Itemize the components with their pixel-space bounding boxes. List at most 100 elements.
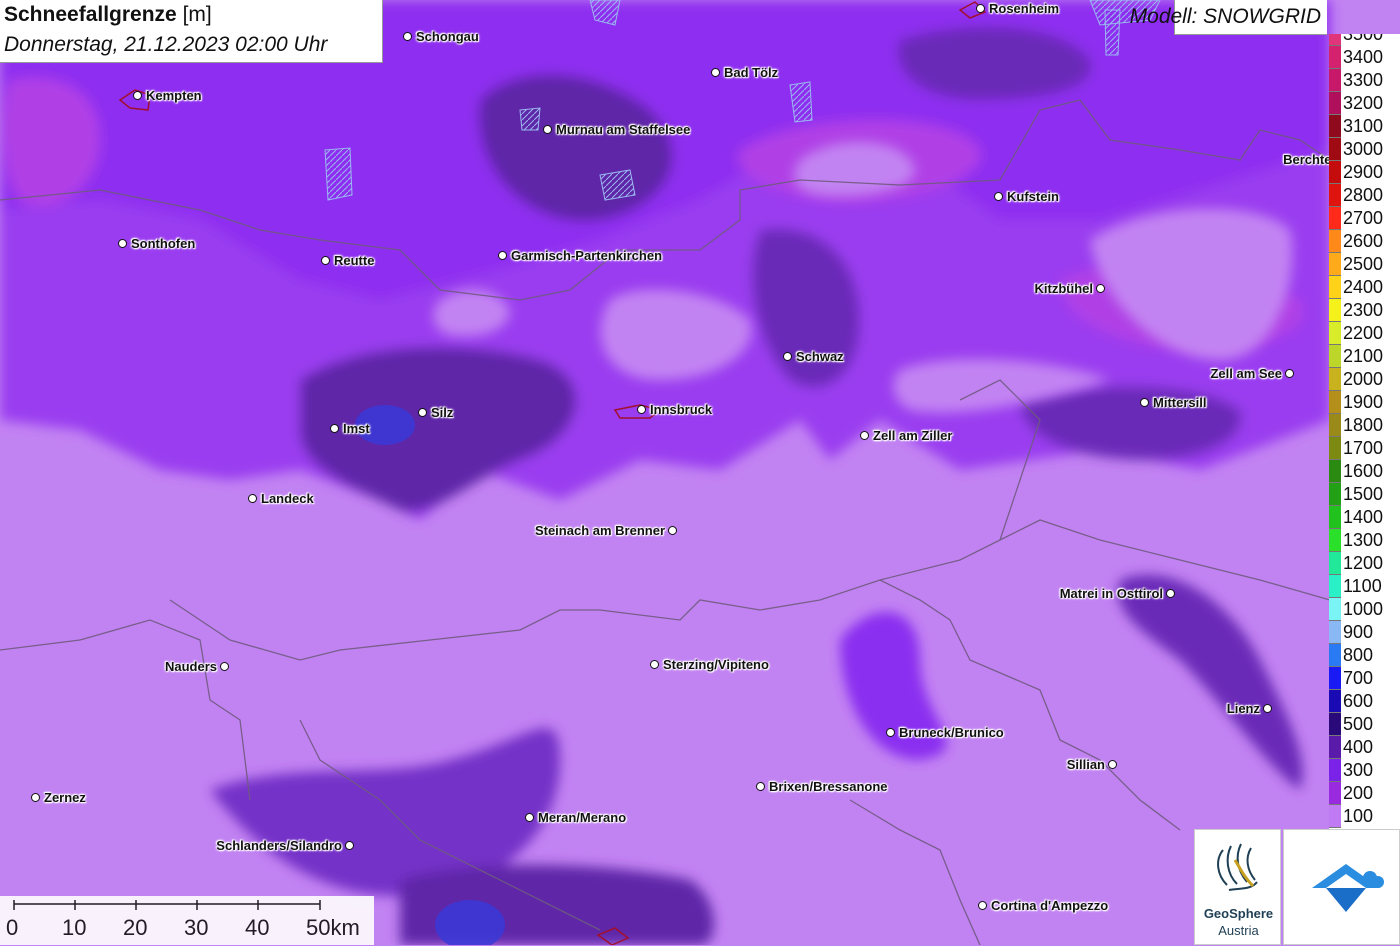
legend-row: 2300 [1329, 299, 1400, 322]
legend-row: 200 [1329, 782, 1400, 805]
scale-bar: 0 10 20 30 40 50km [0, 896, 374, 945]
partner-logo[interactable] [1283, 829, 1400, 945]
legend-swatch [1329, 759, 1341, 782]
scale-label-0: 0 [6, 915, 19, 940]
city-marker [321, 256, 330, 265]
legend-swatch [1329, 575, 1341, 598]
legend-row: 2600 [1329, 230, 1400, 253]
map-datetime: Donnerstag, 21.12.2023 02:00 Uhr [4, 33, 328, 56]
legend-label: 300 [1343, 760, 1374, 780]
legend-swatch [1329, 529, 1341, 552]
city-label: Sonthofen [131, 236, 196, 251]
legend-row: 1700 [1329, 437, 1400, 460]
city-marker [118, 239, 127, 248]
legend-label: 3200 [1343, 93, 1384, 113]
legend-row: 2400 [1329, 276, 1400, 299]
legend-row: 2800 [1329, 184, 1400, 207]
legend-swatch [1329, 276, 1341, 299]
snowfall-map[interactable] [0, 0, 1400, 945]
city-marker [1108, 760, 1117, 769]
legend-label: 2700 [1343, 208, 1384, 228]
city-marker [978, 901, 987, 910]
legend-label: 3400 [1343, 47, 1384, 67]
legend-swatch [1329, 805, 1341, 828]
legend-swatch [1329, 138, 1341, 161]
city-marker [248, 494, 257, 503]
legend-row: 2000 [1329, 368, 1400, 391]
legend-row: 1900 [1329, 391, 1400, 414]
legend-row: 1500 [1329, 483, 1400, 506]
legend-row: 3000 [1329, 138, 1400, 161]
city-label: Cortina d'Ampezzo [991, 898, 1109, 913]
legend-swatch [1329, 506, 1341, 529]
city-marker [403, 32, 412, 41]
legend-row: 1200 [1329, 552, 1400, 575]
city-label: Zernez [44, 790, 86, 805]
geosphere-text-2: Austria [1218, 923, 1259, 938]
city-marker [650, 660, 659, 669]
city-label: Silz [431, 405, 454, 420]
legend-swatch [1329, 460, 1341, 483]
legend-label: 1500 [1343, 484, 1384, 504]
legend-label: 1600 [1343, 461, 1384, 481]
legend-label: 3000 [1343, 139, 1384, 159]
legend-swatch [1329, 690, 1341, 713]
city-marker [860, 431, 869, 440]
city-label: Garmisch-Partenkirchen [511, 248, 663, 263]
city-marker [543, 125, 552, 134]
city-marker [330, 424, 339, 433]
lake-4 [324, 147, 353, 201]
legend-label: 200 [1343, 783, 1374, 803]
legend-swatch [1329, 667, 1341, 690]
city-label: Schlanders/Silandro [216, 838, 342, 853]
city-label: Schwaz [796, 349, 844, 364]
legend-swatch [1329, 713, 1341, 736]
city-label: Mittersill [1153, 395, 1207, 410]
geosphere-text-1: GeoSphere [1203, 906, 1274, 921]
legend-label: 500 [1343, 714, 1374, 734]
city-marker [976, 4, 985, 13]
legend-swatch [1329, 253, 1341, 276]
city-label: Murnau am Staffelsee [556, 122, 691, 137]
legend-label: 700 [1343, 668, 1374, 688]
legend-label: 3300 [1343, 70, 1384, 90]
legend-label: 2300 [1343, 300, 1384, 320]
legend-row: 700 [1329, 667, 1400, 690]
legend-row: 400 [1329, 736, 1400, 759]
city-marker [668, 526, 677, 535]
legend-label: 2200 [1343, 323, 1384, 343]
city-marker [1096, 284, 1105, 293]
legend-row: 1600 [1329, 460, 1400, 483]
legend-row: 3400 [1329, 46, 1400, 69]
legend-swatch [1329, 207, 1341, 230]
legend-swatch [1329, 437, 1341, 460]
legend-label: 2100 [1343, 346, 1384, 366]
legend-label: 100 [1343, 806, 1374, 826]
city-marker [220, 662, 229, 671]
legend-swatch [1329, 345, 1341, 368]
legend-swatch [1329, 598, 1341, 621]
lake-3 [599, 169, 636, 201]
city-label: Brixen/Bressanone [769, 779, 888, 794]
color-legend: 3500 3400 3300 3200 3100 3000 2900 2800 2700 2600… [1329, 34, 1400, 830]
city-marker [711, 68, 720, 77]
legend-swatch [1329, 782, 1341, 805]
city-marker [525, 813, 534, 822]
legend-label: 3500 [1343, 34, 1384, 44]
city-label: Kufstein [1007, 189, 1059, 204]
legend-row: 2100 [1329, 345, 1400, 368]
city-marker [1263, 704, 1272, 713]
scale-label-10: 10 [62, 915, 87, 940]
city-marker [133, 91, 142, 100]
legend-label: 1200 [1343, 553, 1384, 573]
city-label: Bad Tölz [724, 65, 779, 80]
legend-swatch [1329, 368, 1341, 391]
legend-label: 2800 [1343, 185, 1384, 205]
city-label: Lienz [1226, 701, 1260, 716]
city-label: Kitzbühel [1034, 281, 1094, 296]
geosphere-logo[interactable]: GeoSphere Austria [1194, 829, 1281, 945]
city-label: Kempten [146, 88, 202, 103]
parameter-name: Schneefallgrenze [4, 3, 177, 26]
city-marker [886, 728, 895, 737]
legend-swatch [1329, 115, 1341, 138]
